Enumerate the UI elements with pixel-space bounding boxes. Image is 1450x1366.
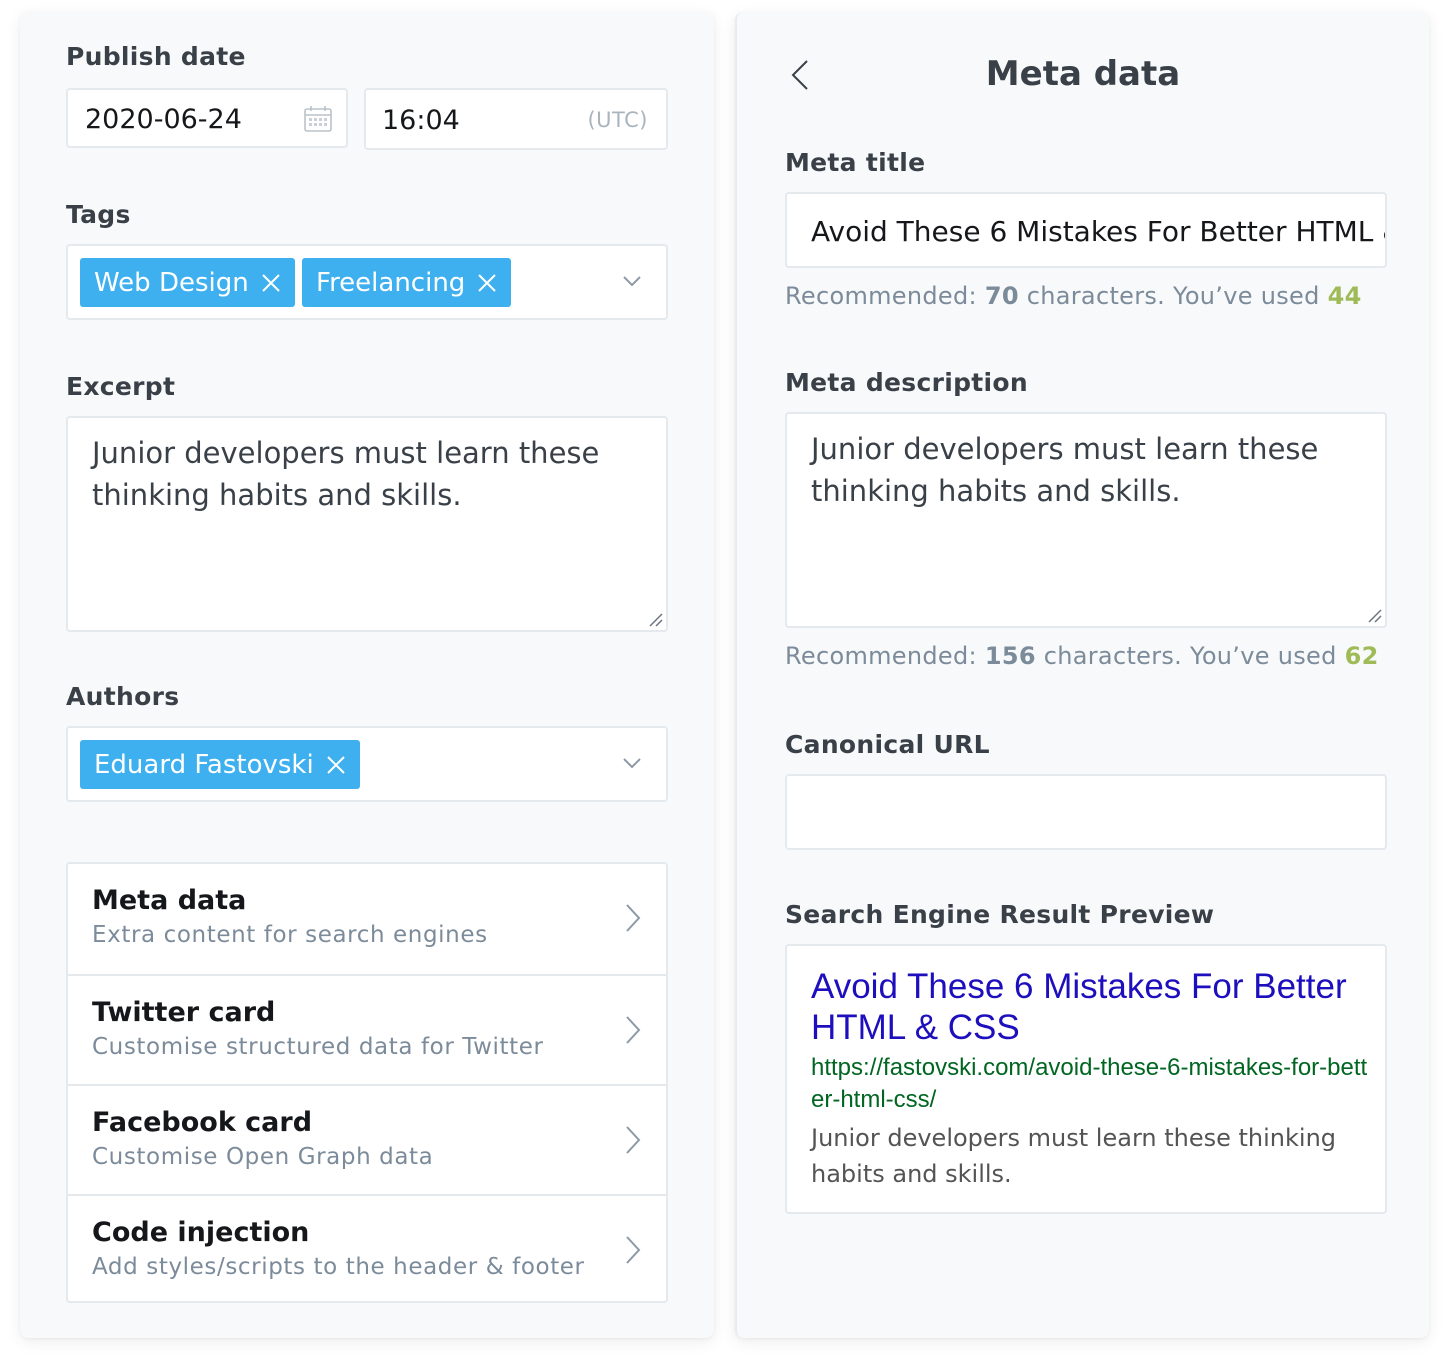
meta-title-label: Meta title xyxy=(785,148,926,177)
list-item-twitter-card[interactable]: Twitter card Customise structured data f… xyxy=(68,974,666,1084)
serp-url: https://fastovski.com/avoid-these-6-mist… xyxy=(811,1054,1368,1113)
list-item-title: Facebook card xyxy=(92,1107,313,1138)
list-item-facebook-card[interactable]: Facebook card Customise Open Graph data xyxy=(68,1084,666,1194)
publish-time-value: 16:04 xyxy=(382,105,460,136)
authors-label: Authors xyxy=(66,682,180,711)
chevron-right-icon xyxy=(626,1236,641,1264)
list-item-title: Code injection xyxy=(92,1217,310,1248)
list-item-subtitle: Customise structured data for Twitter xyxy=(92,1034,544,1060)
resize-grip-icon[interactable] xyxy=(647,611,663,627)
remove-author-icon[interactable] xyxy=(326,755,346,775)
publish-time-input[interactable]: 16:04 (UTC) xyxy=(364,88,668,150)
list-item-code-injection[interactable]: Code injection Add styles/scripts to the… xyxy=(68,1194,666,1304)
list-item-title: Twitter card xyxy=(92,997,276,1028)
tags-select[interactable]: Web Design Freelancing xyxy=(66,244,668,320)
list-item-meta-data[interactable]: Meta data Extra content for search engin… xyxy=(68,864,666,974)
publish-date-value: 2020-06-24 xyxy=(85,104,242,135)
used-count: 62 xyxy=(1344,642,1379,670)
chevron-down-icon[interactable] xyxy=(622,274,642,288)
canonical-url-input[interactable] xyxy=(785,774,1387,850)
tag-chip-freelancing: Freelancing xyxy=(302,258,512,307)
meta-description-label: Meta description xyxy=(785,368,1028,397)
hint-middle: characters. You’ve used xyxy=(1035,642,1345,670)
list-item-title: Meta data xyxy=(92,885,247,916)
meta-description-hint: Recommended: 156 characters. You’ve used… xyxy=(785,642,1379,670)
settings-list: Meta data Extra content for search engin… xyxy=(66,862,668,1303)
tags-label: Tags xyxy=(66,200,131,229)
recommended-count: 156 xyxy=(984,642,1036,670)
publish-date-label: Publish date xyxy=(66,42,246,71)
hint-prefix: Recommended: xyxy=(785,642,985,670)
hint-middle: characters. You’ve used xyxy=(1018,282,1328,310)
list-item-subtitle: Add styles/scripts to the header & foote… xyxy=(92,1254,585,1280)
timezone-label: (UTC) xyxy=(587,108,648,132)
meta-title-input[interactable]: Avoid These 6 Mistakes For Better HTML &… xyxy=(785,192,1387,268)
chevron-right-icon xyxy=(626,1016,641,1044)
serp-description: Junior developers must learn these think… xyxy=(811,1124,1337,1188)
excerpt-textarea[interactable]: Junior developers must learn these think… xyxy=(66,416,668,632)
used-count: 44 xyxy=(1327,282,1362,310)
meta-description-value: Junior developers must learn these think… xyxy=(811,432,1319,508)
author-chip: Eduard Fastovski xyxy=(80,740,360,789)
excerpt-value: Junior developers must learn these think… xyxy=(92,436,600,512)
remove-tag-icon[interactable] xyxy=(477,273,497,293)
chevron-down-icon[interactable] xyxy=(622,756,642,770)
serp-preview-label: Search Engine Result Preview xyxy=(785,900,1215,929)
calendar-icon[interactable] xyxy=(304,106,332,132)
tag-label: Web Design xyxy=(94,267,249,298)
canonical-url-label: Canonical URL xyxy=(785,730,990,759)
page-title: Meta data xyxy=(985,54,1181,94)
meta-data-panel: Meta data Meta title Avoid These 6 Mista… xyxy=(735,12,1429,1338)
authors-select[interactable]: Eduard Fastovski xyxy=(66,726,668,802)
excerpt-label: Excerpt xyxy=(66,372,176,401)
tag-label: Freelancing xyxy=(316,267,466,298)
serp-title: Avoid These 6 Mistakes For Better HTML &… xyxy=(811,967,1347,1047)
meta-title-hint: Recommended: 70 characters. You’ve used … xyxy=(785,282,1362,310)
author-label: Eduard Fastovski xyxy=(94,749,314,780)
list-item-subtitle: Extra content for search engines xyxy=(92,922,488,948)
hint-prefix: Recommended: xyxy=(785,282,985,310)
meta-description-textarea[interactable]: Junior developers must learn these think… xyxy=(785,412,1387,628)
recommended-count: 70 xyxy=(984,282,1019,310)
tag-chip-web-design: Web Design xyxy=(80,258,295,307)
post-settings-panel: Publish date 2020-06-24 16:04 (UTC) Tags… xyxy=(20,12,714,1338)
resize-grip-icon[interactable] xyxy=(1366,607,1382,623)
list-item-subtitle: Customise Open Graph data xyxy=(92,1144,434,1170)
meta-title-value: Avoid These 6 Mistakes For Better HTML &… xyxy=(811,215,1385,248)
chevron-right-icon xyxy=(626,904,641,932)
chevron-right-icon xyxy=(626,1126,641,1154)
remove-tag-icon[interactable] xyxy=(261,273,281,293)
publish-date-input[interactable]: 2020-06-24 xyxy=(66,88,348,148)
serp-preview-card: Avoid These 6 Mistakes For Better HTML &… xyxy=(785,944,1387,1214)
